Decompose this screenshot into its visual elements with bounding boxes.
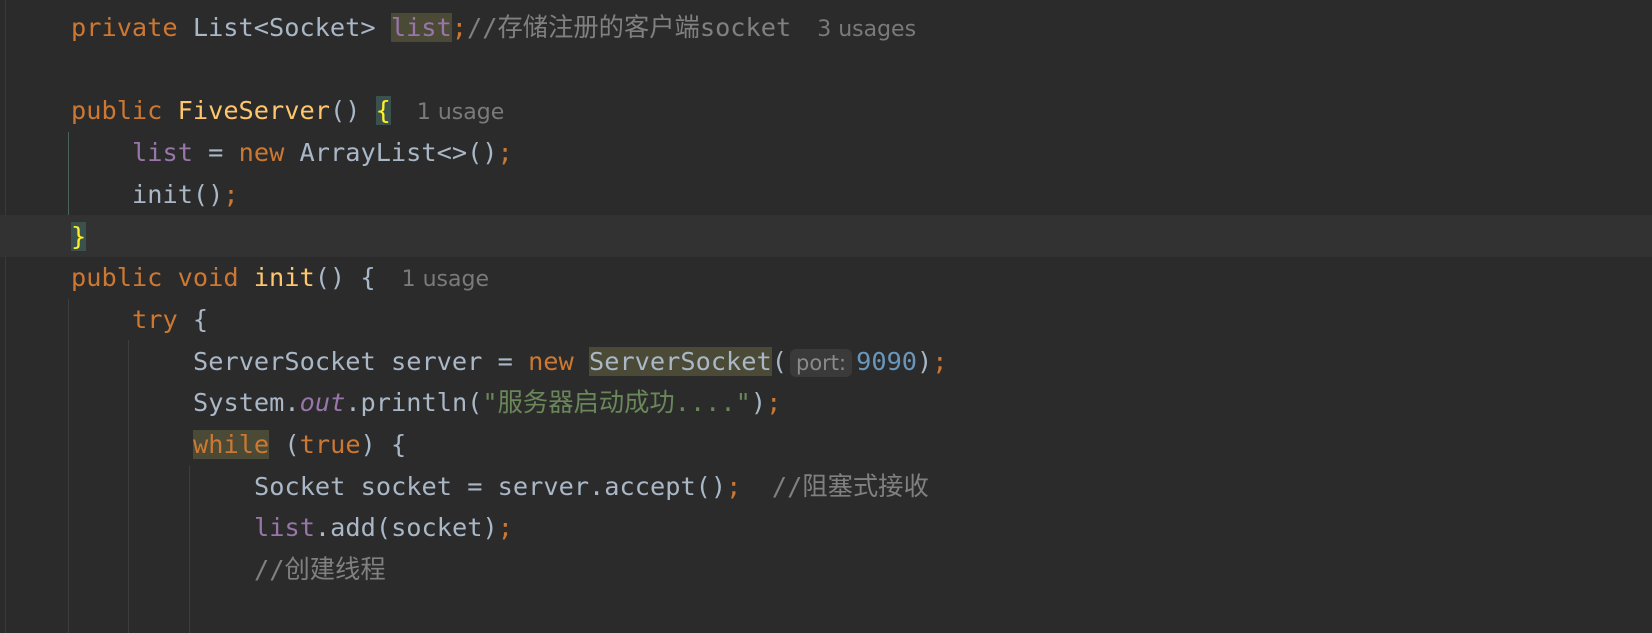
code-token: list: [390, 13, 452, 42]
code-token: public: [71, 263, 178, 293]
code-token: {: [375, 96, 391, 126]
code-token: () {: [314, 263, 376, 293]
indent-guide: [68, 299, 69, 633]
code-token: while: [193, 430, 270, 459]
code-token: out: [299, 388, 346, 418]
code-token: ServerSocket server =: [193, 346, 529, 376]
code-line[interactable]: public FiveServer() {1 usage: [71, 90, 504, 132]
code-token: init: [253, 263, 315, 293]
code-line[interactable]: System.out.println("服务器启动成功....");: [193, 382, 781, 424]
code-line[interactable]: list = new ArrayList<>();: [132, 132, 513, 174]
usages-hint[interactable]: 1 usage: [402, 267, 489, 292]
code-token: init(): [132, 179, 224, 209]
gutter-divider: [5, 0, 6, 633]
code-token: "服务器启动成功....": [482, 388, 751, 418]
parameter-hint: port:: [789, 348, 853, 377]
code-line[interactable]: private List<Socket> list;//存储注册的客户端sock…: [71, 7, 916, 49]
code-token: private: [71, 13, 193, 42]
code-token: ;: [451, 13, 467, 42]
code-token: {: [192, 304, 209, 334]
usages-hint[interactable]: 3 usages: [817, 17, 916, 42]
code-token: void: [177, 263, 254, 293]
code-token: new: [528, 346, 589, 376]
code-token: .add(socket): [314, 513, 498, 543]
code-token: (): [329, 96, 376, 126]
code-token: ): [917, 346, 933, 376]
code-token: .println(: [345, 388, 483, 418]
code-token: ) {: [360, 430, 407, 459]
code-token: 9090: [856, 346, 918, 376]
code-line[interactable]: ServerSocket server = new ServerSocket(p…: [193, 341, 948, 383]
code-token: true: [299, 430, 361, 459]
usages-hint[interactable]: 1 usage: [417, 100, 504, 125]
code-token: List<Socket>: [192, 13, 391, 42]
code-token: public: [71, 96, 178, 126]
code-token: =: [192, 138, 239, 168]
code-token: ;: [223, 179, 239, 209]
code-token: }: [71, 221, 87, 251]
code-token: ;: [497, 138, 513, 168]
code-token: ServerSocket: [588, 346, 772, 376]
code-line[interactable]: }: [71, 216, 87, 258]
code-line[interactable]: Socket socket = server.accept(); //阻塞式接收: [254, 466, 929, 508]
code-token: list: [254, 513, 315, 543]
code-line[interactable]: //创建线程: [254, 549, 386, 591]
code-token: ;: [932, 346, 948, 376]
code-token: Socket socket = server.accept(): [254, 471, 727, 501]
code-token: new: [238, 138, 300, 168]
code-line[interactable]: public void init() { 1 usage: [71, 257, 489, 299]
code-line[interactable]: try {: [132, 299, 208, 341]
code-line[interactable]: init();: [132, 174, 239, 216]
code-line[interactable]: while (true) {: [193, 424, 406, 466]
code-token: FiveServer: [177, 96, 330, 126]
code-token: //创建线程: [254, 555, 386, 585]
indent-guide: [128, 340, 129, 633]
code-editor[interactable]: private List<Socket> list;//存储注册的客户端sock…: [0, 0, 1652, 633]
code-line[interactable]: list.add(socket);: [254, 507, 513, 549]
code-token: ;: [766, 388, 782, 418]
code-token: ): [750, 388, 767, 418]
code-token: try: [132, 304, 193, 334]
code-token: ArrayList<>(): [299, 138, 498, 168]
code-token: list: [132, 138, 193, 168]
code-token: //阻塞式接收: [741, 471, 929, 501]
current-line-highlight: [0, 215, 1652, 257]
indent-guide: [189, 466, 190, 633]
indent-guide: [68, 132, 69, 215]
code-token: (: [269, 430, 300, 459]
code-token: ;: [497, 513, 513, 543]
code-token: ;: [726, 471, 742, 501]
code-token: //存储注册的客户端socket: [467, 13, 792, 42]
code-token: System.: [193, 388, 300, 418]
code-token: (: [771, 346, 787, 376]
